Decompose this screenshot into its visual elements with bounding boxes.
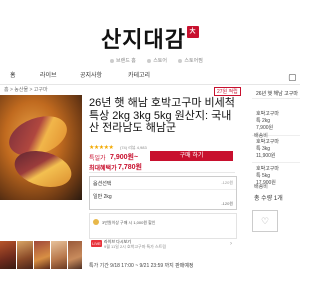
sale-period: 특가 기간 9/18 17:00 ~ 9/21 23:59 까지 판매예정 (89, 263, 194, 269)
logo-seal-icon: 大監 (186, 26, 199, 47)
points-badge: 27원 적립 (214, 87, 241, 96)
dot-icon (178, 58, 183, 63)
thumbnail[interactable] (51, 241, 67, 269)
breadcrumb: 홈 > 농산물 > 고구마 (4, 87, 48, 93)
option-note: -120원 (221, 180, 233, 185)
coupon-box[interactable] (89, 213, 237, 239)
brand-home-link[interactable]: 브랜드 홈 (110, 58, 141, 64)
side-item[interactable]: 호박고구마 특 2kg 7,900원 (256, 110, 279, 131)
thumbnail[interactable] (17, 241, 33, 269)
side-item[interactable]: 호박고구마 특 3kg 11,900원 (256, 138, 279, 159)
max-benefit-label: 최대혜택가 (89, 166, 117, 172)
chevron-right-icon[interactable]: › (230, 241, 232, 247)
coupon-text: 3만원이상 구매 시 1,000원 할인 (102, 220, 156, 225)
live-replay[interactable]: 라이브 다시보기 9월 11일 2시 호박고구마 특가 스트림 (104, 239, 166, 249)
side-panel-title: 26년 햇 해남 고구마 (256, 91, 298, 97)
nav-live[interactable]: 라이브 (40, 70, 57, 79)
nav-category[interactable]: 카테고리 (128, 70, 150, 79)
heart-icon[interactable]: ♡ (252, 210, 278, 232)
shipping-label: 배송비 (254, 133, 268, 139)
sale-label: 특일가 (89, 156, 106, 162)
coupon-icon (93, 219, 99, 225)
store-logo[interactable]: 산지대감 大監 (0, 22, 300, 54)
nav-divider (0, 84, 300, 85)
option-item[interactable]: 일반 2kg (93, 193, 112, 200)
max-benefit-price: 7,780원 (118, 164, 142, 171)
rating-stars-icon: ★★★★★ (89, 145, 114, 151)
shipping-label: 배송비 (254, 184, 268, 190)
buy-button[interactable]: 구매 하기 (150, 151, 233, 161)
option-select[interactable]: 옵션선택 -120원 일반 2kg -120원 (89, 176, 237, 210)
store-nav: 홈 라이브 공지사항 카테고리 (0, 70, 300, 80)
divider (89, 172, 235, 173)
dot-icon (147, 58, 152, 63)
thumbnail[interactable] (34, 241, 50, 269)
brand-links: 브랜드 홈 스토어 스토어찜 (110, 57, 213, 64)
nav-home[interactable]: 홈 (10, 70, 16, 79)
live-badge-icon: LIVE (91, 240, 102, 247)
menu-icon[interactable]: ▢ (288, 72, 297, 83)
dot-icon (110, 58, 114, 63)
nav-notice[interactable]: 공지사항 (80, 70, 102, 79)
rating-text[interactable]: (74) 리뷰 4,983 (120, 145, 147, 151)
option-price: -120원 (221, 201, 233, 206)
store-fav-link[interactable]: 스토어찜 (178, 58, 207, 64)
store-link[interactable]: 스토어 (147, 58, 172, 64)
live-replay-desc: 9월 11일 2시 호박고구마 특가 스트림 (104, 244, 166, 249)
thumbnail[interactable] (68, 241, 82, 269)
option-header: 옵션선택 (93, 181, 112, 187)
store-logo-text: 산지대감 (101, 27, 186, 53)
divider (252, 162, 300, 163)
divider (90, 189, 236, 190)
product-title: 26년 햇 해남 호박고구마 비세척 특상 2kg 3kg 5kg 원산지: 국… (89, 97, 235, 134)
sale-price: 7,900원~ (110, 154, 139, 161)
thumbnail-strip (0, 241, 82, 269)
thumbnail[interactable] (0, 241, 16, 269)
total-quantity: 총 수량 1개 (254, 196, 283, 202)
divider (252, 98, 300, 99)
